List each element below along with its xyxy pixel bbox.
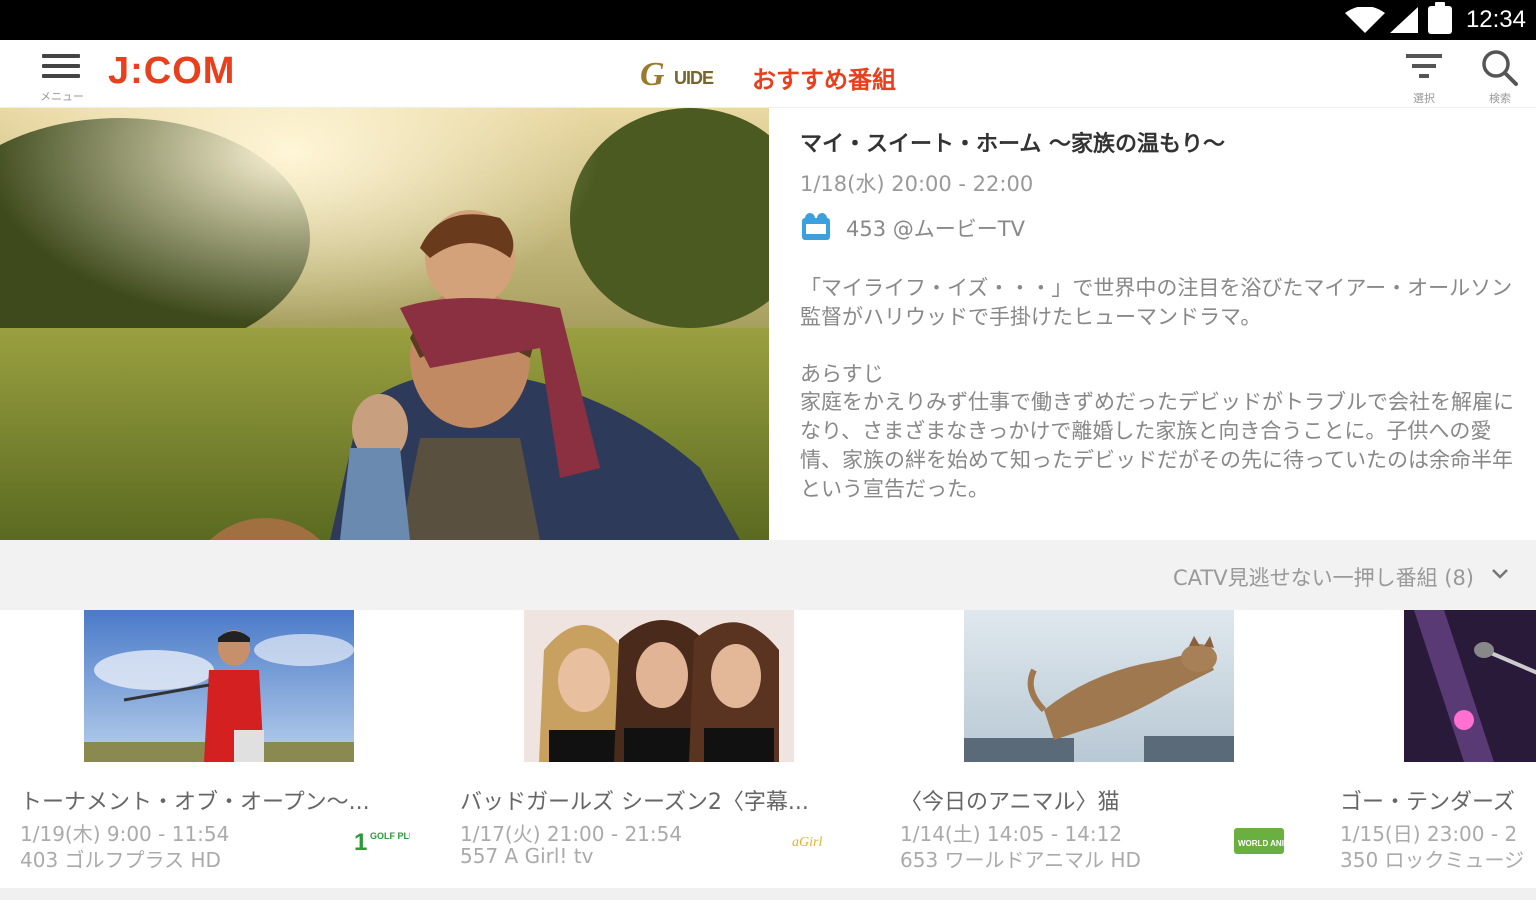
program-detail: マイ・スイート・ホーム 〜家族の温もり〜 1/18(水) 20:00 - 22:…: [800, 126, 1520, 504]
program-title: マイ・スイート・ホーム 〜家族の温もり〜: [800, 132, 1226, 157]
world-animal-logo: WORLD ANIMAL: [1234, 828, 1290, 854]
page-title: おすすめ番組: [752, 66, 896, 94]
card-channel: 403 ゴルフプラス HD: [20, 848, 221, 872]
menu-label: メニュー: [40, 90, 84, 103]
category-selector[interactable]: CATV見逃せない一押し番組 (8): [0, 540, 1536, 610]
signal-icon: [1390, 7, 1418, 33]
status-time: 12:34: [1465, 6, 1526, 33]
program-thumbnail: [84, 610, 354, 762]
program-time: 1/18(水) 20:00 - 22:00: [800, 172, 1034, 196]
filter-label: 選択: [1413, 92, 1435, 105]
concert-image: [1404, 610, 1536, 762]
menu-button[interactable]: メニュー: [34, 48, 90, 104]
category-label: CATV見逃せない一押し番組 (8): [1172, 566, 1474, 590]
program-card[interactable]: ゴー・テンダーズ 1/15(日) 23:00 - 2 350 ロックミュージ: [1340, 610, 1536, 890]
program-channel-name: 453 @ムービーTV: [846, 217, 1025, 241]
card-title: 〈今日のアニマル〉猫: [900, 790, 1120, 815]
golfer-image: [84, 610, 354, 762]
family-photo: [0, 108, 769, 540]
status-bar: 12:34: [0, 0, 1536, 40]
search-button[interactable]: 検索: [1470, 48, 1530, 106]
three-women-image: [524, 610, 794, 762]
card-time: 1/17(火) 21:00 - 21:54: [460, 822, 683, 846]
synopsis-text: 家庭をかえりみず仕事で働きずめだったデビッドがトラブルで会社を解雇になり、さまざ…: [800, 390, 1514, 501]
wifi-icon: [1345, 7, 1385, 33]
app-bar: メニュー J:COM G UIDE おすすめ番組 選択 検索: [0, 40, 1536, 108]
program-description: 「マイライフ・イズ・・・」で世界中の注目を浴びたマイアー・オールソン監督がハリウ…: [800, 276, 1513, 329]
golf-plus-logo: 1 GOLF PLUS: [354, 829, 410, 856]
battery-icon: [1428, 2, 1452, 34]
program-thumbnail: [1404, 610, 1536, 762]
channel-logo-icon: [802, 213, 830, 240]
card-title: トーナメント・オブ・オープン〜...: [20, 790, 370, 815]
program-card[interactable]: バッドガールズ シーズン2〈字幕... 1/17(火) 21:00 - 21:5…: [460, 610, 880, 890]
search-label: 検索: [1489, 92, 1511, 105]
svg-text:1: 1: [354, 829, 367, 856]
card-channel: 653 ワールドアニマル HD: [900, 848, 1141, 872]
search-icon: [1482, 50, 1518, 86]
filter-button[interactable]: 選択: [1394, 48, 1454, 106]
card-title: バッドガールズ シーズン2〈字幕...: [460, 790, 809, 815]
g-guide-logo-text: UIDE: [674, 68, 714, 88]
g-guide-logo-mark: G: [640, 56, 665, 93]
hamburger-icon: [42, 54, 80, 84]
program-list: トーナメント・オブ・オープン〜... 1/19(木) 9:00 - 11:54 …: [0, 610, 1536, 890]
program-thumbnail: [964, 610, 1234, 762]
card-channel: 557 A Girl! tv: [460, 844, 594, 868]
jcom-logo[interactable]: J:COM: [108, 50, 235, 93]
synopsis-heading: あらすじ: [800, 362, 884, 386]
svg-text:aGirl: aGirl: [792, 835, 822, 850]
program-channel: 453 @ムービーTV: [800, 212, 1520, 244]
card-title: ゴー・テンダーズ: [1340, 790, 1515, 815]
card-channel: 350 ロックミュージ: [1340, 848, 1525, 872]
card-time: 1/19(木) 9:00 - 11:54: [20, 822, 230, 846]
card-time: 1/15(日) 23:00 - 2: [1340, 822, 1518, 846]
bottom-divider: [0, 888, 1536, 900]
g-guide-logo: G UIDE: [640, 56, 730, 93]
svg-text:GOLF PLUS: GOLF PLUS: [370, 831, 410, 841]
chevron-down-icon: [1492, 569, 1508, 579]
program-card[interactable]: トーナメント・オブ・オープン〜... 1/19(木) 9:00 - 11:54 …: [20, 610, 440, 890]
svg-text:WORLD ANIMAL: WORLD ANIMAL: [1238, 839, 1290, 848]
program-thumbnail: [524, 610, 794, 762]
card-time: 1/14(土) 14:05 - 14:12: [900, 822, 1123, 846]
hero-image[interactable]: [0, 108, 769, 540]
program-card[interactable]: 〈今日のアニマル〉猫 1/14(土) 14:05 - 14:12 653 ワール…: [900, 610, 1320, 890]
a-girl-tv-logo: aGirl: [792, 835, 822, 850]
filter-icon: [1406, 54, 1442, 78]
cat-image: [964, 610, 1234, 762]
